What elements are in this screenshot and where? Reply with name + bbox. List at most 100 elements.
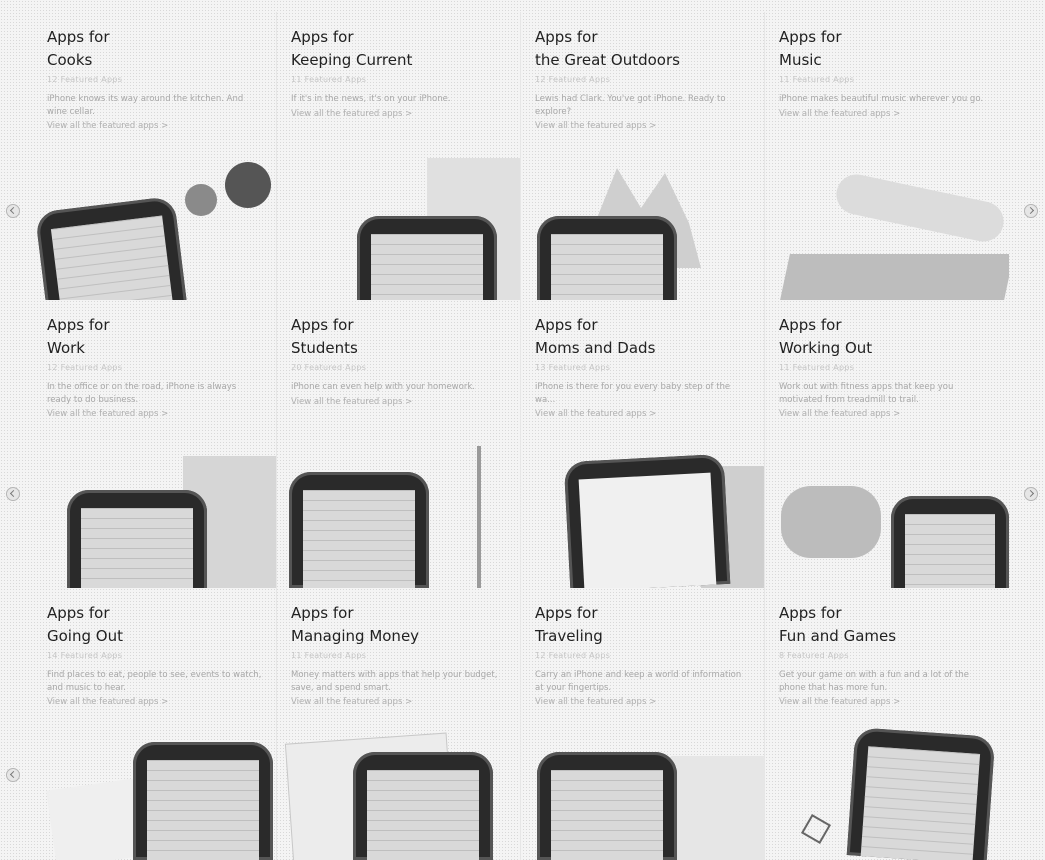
stopwatch-image xyxy=(781,486,881,558)
collection-card-managing-money[interactable]: Apps for Managing Money 11 Featured Apps … xyxy=(277,588,521,860)
card-description: Get your game on with a fun and a lot of… xyxy=(779,670,969,693)
view-all-link[interactable]: View all the featured apps > xyxy=(535,408,764,420)
card-artwork xyxy=(33,446,276,588)
leaf-image xyxy=(581,168,701,268)
next-arrow-icon[interactable] xyxy=(1024,487,1038,501)
card-description: iPhone knows its way around the kitchen.… xyxy=(47,94,244,117)
collection-card-moms-and-dads[interactable]: Apps for Moms and Dads 13 Featured Apps i… xyxy=(521,300,765,588)
iphone-image xyxy=(34,195,188,300)
featured-count: 8 Featured Apps xyxy=(779,651,849,660)
view-all-link[interactable]: View all the featured apps > xyxy=(47,120,276,132)
collection-card-keeping-current[interactable]: Apps for Keeping Current 11 Featured Apps… xyxy=(277,12,521,300)
prev-arrow-icon[interactable] xyxy=(6,768,20,782)
measuring-spoon-icon xyxy=(185,184,217,216)
card-artwork xyxy=(33,158,276,300)
card-description: Find places to eat, people to see, event… xyxy=(47,670,262,693)
card-title: Apps for Students xyxy=(291,316,358,357)
prev-arrow-icon[interactable] xyxy=(6,487,20,501)
collection-card-going-out[interactable]: Apps for Going Out 14 Featured Apps Find … xyxy=(33,588,277,860)
collection-card-students[interactable]: Apps for Students 20 Featured Apps iPhone… xyxy=(277,300,521,588)
view-all-link[interactable]: View all the featured apps > xyxy=(779,408,1009,420)
view-all-link[interactable]: View all the featured apps > xyxy=(47,408,276,420)
collection-card-cooks[interactable]: Apps for Cooks 12 Featured Apps iPhone kn… xyxy=(33,12,277,300)
card-description: In the office or on the road, iPhone is … xyxy=(47,382,237,405)
blocks-image xyxy=(701,466,764,588)
card-title: Apps for Work xyxy=(47,316,110,357)
card-title: Apps for the Great Outdoors xyxy=(535,28,680,69)
card-artwork xyxy=(33,732,276,860)
prev-arrow-icon[interactable] xyxy=(6,204,20,218)
view-all-link[interactable]: View all the featured apps > xyxy=(47,696,276,708)
view-all-link[interactable]: View all the featured apps > xyxy=(779,108,1009,120)
measuring-spoon-icon xyxy=(225,162,271,208)
card-description: Lewis had Clark. You've got iPhone. Read… xyxy=(535,94,726,117)
keyboard-image xyxy=(780,254,1009,300)
card-artwork xyxy=(521,158,764,300)
card-artwork xyxy=(765,727,1009,860)
receipt-image xyxy=(284,732,456,860)
card-description: iPhone is there for you every baby step … xyxy=(535,382,731,405)
collection-card-traveling[interactable]: Apps for Traveling 12 Featured Apps Carry… xyxy=(521,588,765,860)
collection-card-work[interactable]: Apps for Work 12 Featured Apps In the off… xyxy=(33,300,277,588)
card-title: Apps for Cooks xyxy=(47,28,110,69)
card-title: Apps for Working Out xyxy=(779,316,873,357)
iphone-image xyxy=(353,752,493,860)
collection-card-great-outdoors[interactable]: Apps for the Great Outdoors 12 Featured A… xyxy=(521,12,765,300)
card-artwork xyxy=(277,732,520,860)
card-description: iPhone makes beautiful music wherever yo… xyxy=(779,94,984,104)
hand-image xyxy=(832,170,1008,246)
card-title: Apps for Going Out xyxy=(47,604,123,645)
card-title: Apps for Traveling xyxy=(535,604,603,645)
view-all-link[interactable]: View all the featured apps > xyxy=(779,696,1009,708)
iphone-image xyxy=(133,742,273,860)
card-title: Apps for Moms and Dads xyxy=(535,316,656,357)
featured-count: 11 Featured Apps xyxy=(291,75,367,84)
card-description: iPhone can even help with your homework. xyxy=(291,382,475,392)
iphone-image xyxy=(67,490,207,588)
card-title: Apps for Managing Money xyxy=(291,604,420,645)
card-artwork xyxy=(521,732,764,860)
card-title: Apps for Keeping Current xyxy=(291,28,413,69)
view-all-link[interactable]: View all the featured apps > xyxy=(535,120,764,132)
featured-count: 11 Featured Apps xyxy=(779,363,855,372)
card-description: Money matters with apps that help your b… xyxy=(291,670,498,693)
featured-count: 13 Featured Apps xyxy=(535,363,611,372)
featured-count: 12 Featured Apps xyxy=(47,363,123,372)
card-artwork xyxy=(765,158,1009,300)
featured-count: 20 Featured Apps xyxy=(291,363,367,372)
card-title: Apps for Fun and Games xyxy=(779,604,897,645)
iphone-image xyxy=(289,472,429,588)
featured-count: 12 Featured Apps xyxy=(535,75,611,84)
view-all-link[interactable]: View all the featured apps > xyxy=(535,696,764,708)
card-description: Carry an iPhone and keep a world of info… xyxy=(535,670,742,693)
card-artwork xyxy=(277,446,520,588)
folder-image xyxy=(183,456,276,588)
collection-card-music[interactable]: Apps for Music 11 Featured Apps iPhone ma… xyxy=(765,12,1009,300)
app-collections-grid: Apps for Cooks 12 Featured Apps iPhone kn… xyxy=(33,12,1010,860)
iphone-image xyxy=(563,453,731,588)
featured-count: 14 Featured Apps xyxy=(47,651,123,660)
card-description: If it's in the news, it's on your iPhone… xyxy=(291,94,451,104)
newspaper-image xyxy=(427,158,520,300)
card-description: Work out with fitness apps that keep you… xyxy=(779,382,954,405)
view-all-link[interactable]: View all the featured apps > xyxy=(291,108,520,120)
collection-card-fun-and-games[interactable]: Apps for Fun and Games 8 Featured Apps Ge… xyxy=(765,588,1009,860)
next-arrow-icon[interactable] xyxy=(1024,204,1038,218)
card-artwork xyxy=(765,446,1009,588)
card-artwork xyxy=(277,158,520,300)
iphone-image xyxy=(537,752,677,860)
iphone-image xyxy=(357,216,497,300)
pencil-image xyxy=(477,446,481,588)
dice-icon xyxy=(800,813,832,845)
featured-count: 11 Featured Apps xyxy=(779,75,855,84)
card-artwork xyxy=(521,446,764,588)
featured-count: 12 Featured Apps xyxy=(535,651,611,660)
view-all-link[interactable]: View all the featured apps > xyxy=(291,696,520,708)
collection-card-working-out[interactable]: Apps for Working Out 11 Featured Apps Wor… xyxy=(765,300,1009,588)
view-all-link[interactable]: View all the featured apps > xyxy=(291,396,520,408)
ticket-image xyxy=(46,774,176,860)
iphone-image xyxy=(537,216,677,300)
boarding-pass-image xyxy=(671,756,764,860)
iphone-image xyxy=(891,496,1009,588)
iphone-image xyxy=(846,727,996,860)
